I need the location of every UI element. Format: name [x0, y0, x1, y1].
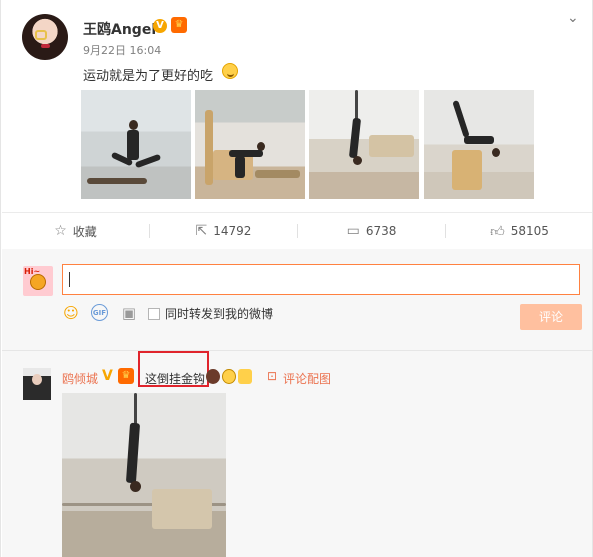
emoji-icon: [238, 369, 252, 384]
weibo-post-card: 王鸥Angel V ♛ 9月22日 16:04 ⌄ 运动就是为了更好的吃 ☆ 收…: [0, 0, 593, 557]
repost-checkbox-label: 同时转发到我的微博: [165, 307, 274, 321]
picture-icon[interactable]: ⊡: [267, 369, 277, 383]
comment-icon: ▭: [346, 223, 360, 239]
verified-badge-icon: V: [153, 19, 167, 33]
repost-button[interactable]: ⇱ 14792: [150, 213, 297, 249]
post-image-4[interactable]: [424, 90, 534, 199]
emoji-picker-icon[interactable]: ☺: [62, 304, 80, 322]
favorite-label: 收藏: [72, 224, 97, 239]
repost-checkbox[interactable]: [148, 308, 160, 320]
emoji-icon: [222, 369, 236, 384]
commenter-name[interactable]: 鸥倾城: [62, 370, 98, 387]
submit-comment-button[interactable]: 评论: [520, 304, 582, 330]
post-image-2[interactable]: [195, 90, 305, 199]
text-caret: [69, 272, 70, 287]
image-upload-icon[interactable]: ▣: [120, 304, 138, 322]
comment-input[interactable]: [62, 264, 580, 295]
comment-count: 6738: [365, 224, 397, 238]
thumbs-up-icon: 👍︎: [490, 223, 505, 240]
highlight-box: [138, 351, 209, 387]
avatar-face-icon: [30, 274, 46, 290]
comment-picture-link[interactable]: 评论配图: [283, 370, 331, 387]
repost-count: 14792: [213, 224, 252, 238]
post-image-1[interactable]: [81, 90, 191, 199]
post-image-3[interactable]: [309, 90, 419, 199]
comment-button[interactable]: ▭ 6738: [298, 213, 445, 249]
favorite-button[interactable]: ☆ 收藏: [2, 213, 149, 249]
gif-icon[interactable]: GIF: [91, 304, 108, 321]
author-avatar[interactable]: [22, 14, 68, 60]
smile-emoji-icon: [222, 63, 238, 79]
my-avatar[interactable]: Hi~: [23, 266, 53, 296]
emoji-icon: [206, 369, 220, 384]
commenter-avatar[interactable]: [23, 368, 51, 400]
post-action-bar: ☆ 收藏 ⇱ 14792 ▭ 6738 👍︎ 58105: [2, 212, 592, 250]
star-icon: ☆: [54, 223, 67, 239]
avatar-glasses-detail: [35, 30, 47, 40]
member-crown-icon[interactable]: ♛: [171, 17, 187, 33]
member-crown-icon[interactable]: ♛: [118, 368, 134, 384]
chevron-down-icon[interactable]: ⌄: [567, 10, 579, 26]
author-name[interactable]: 王鸥Angel: [83, 19, 156, 39]
comment-photo[interactable]: [62, 393, 226, 557]
verified-badge-icon: V: [102, 368, 113, 384]
post-time[interactable]: 9月22日 16:04: [83, 42, 161, 58]
share-icon: ⇱: [195, 223, 208, 239]
like-button[interactable]: 👍︎ 58105: [446, 213, 593, 249]
avatar-lips-detail: [41, 44, 50, 48]
comment-divider: [2, 350, 592, 351]
post-text: 运动就是为了更好的吃: [83, 69, 214, 84]
like-count: 58105: [510, 224, 549, 238]
